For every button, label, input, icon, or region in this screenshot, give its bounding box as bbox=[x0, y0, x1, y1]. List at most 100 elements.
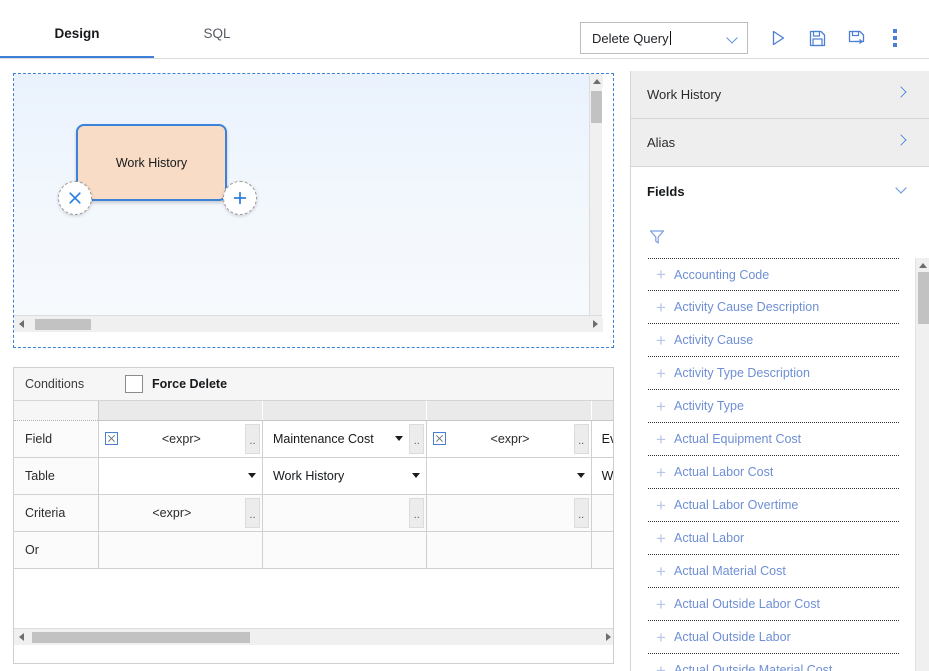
field-cell-2[interactable]: Maintenance Cost .. bbox=[262, 420, 428, 458]
section-alias-title: Alias bbox=[647, 135, 676, 150]
table-cell-2[interactable]: Work History bbox=[262, 457, 428, 495]
plus-icon[interactable]: + bbox=[648, 662, 674, 671]
field-list-item-label: Actual Labor Overtime bbox=[674, 498, 799, 512]
field-list-item[interactable]: + Accounting Code bbox=[648, 258, 899, 291]
tab-sql[interactable]: SQL bbox=[154, 14, 280, 59]
field-list-item[interactable]: + Actual Equipment Cost bbox=[648, 423, 899, 456]
section-fields[interactable]: Fields bbox=[631, 167, 929, 215]
scroll-thumb[interactable] bbox=[32, 632, 250, 643]
chevron-down-icon[interactable] bbox=[717, 32, 747, 44]
field-cell-1[interactable]: <expr> .. bbox=[98, 420, 263, 458]
criteria-cell-1[interactable]: <expr> .. bbox=[98, 494, 263, 532]
force-delete-checkbox[interactable] bbox=[125, 375, 143, 393]
table-dropdown-arrow-1[interactable] bbox=[242, 473, 262, 478]
plus-icon[interactable]: + bbox=[648, 266, 674, 283]
field-list-item[interactable]: + Activity Type bbox=[648, 390, 899, 423]
criteria-ellipsis-button-2[interactable]: .. bbox=[409, 497, 425, 528]
table-value-2: Work History bbox=[272, 468, 345, 483]
grid-column-header[interactable] bbox=[426, 401, 592, 421]
field-list-item[interactable]: + Actual Material Cost bbox=[648, 555, 899, 588]
table-dropdown-arrow-3[interactable] bbox=[571, 473, 591, 478]
tab-design[interactable]: Design bbox=[0, 14, 154, 59]
plus-icon[interactable]: + bbox=[648, 629, 674, 646]
or-cell-2[interactable] bbox=[262, 531, 428, 569]
criteria-cell-4[interactable] bbox=[591, 494, 613, 532]
force-delete-control[interactable]: Force Delete bbox=[125, 375, 227, 393]
filter-funnel-icon[interactable] bbox=[648, 227, 670, 247]
plus-icon[interactable]: + bbox=[648, 365, 674, 382]
add-table-button[interactable] bbox=[223, 181, 257, 215]
header-bar: Design SQL Delete Query bbox=[0, 0, 929, 61]
field-cell-3[interactable]: <expr> .. bbox=[426, 420, 592, 458]
field-cell-4[interactable]: Event bbox=[591, 420, 613, 458]
plus-icon[interactable]: + bbox=[648, 596, 674, 613]
field-list-item[interactable]: + Activity Type Description bbox=[648, 357, 899, 390]
query-type-combobox[interactable]: Delete Query bbox=[580, 22, 748, 54]
plus-icon[interactable]: + bbox=[648, 464, 674, 481]
table-cell-3[interactable] bbox=[426, 457, 592, 495]
fields-vertical-scrollbar[interactable] bbox=[915, 258, 929, 671]
field-list-item[interactable]: + Actual Labor Overtime bbox=[648, 489, 899, 522]
scroll-up-button[interactable] bbox=[590, 74, 603, 88]
field-list-item[interactable]: + Actual Labor bbox=[648, 522, 899, 555]
table-node-work-history[interactable]: Work History bbox=[76, 124, 227, 201]
run-query-button[interactable] bbox=[766, 26, 790, 50]
expression-checkbox-icon[interactable] bbox=[104, 432, 118, 445]
field-list-item[interactable]: + Actual Outside Labor Cost bbox=[648, 588, 899, 621]
field-list-item[interactable]: + Actual Outside Material Cost bbox=[648, 654, 899, 671]
criteria-cell-2[interactable]: .. bbox=[262, 494, 428, 532]
table-cell-4[interactable]: Work bbox=[591, 457, 613, 495]
fields-list[interactable]: + Accounting Code + Activity Cause Descript… bbox=[631, 258, 916, 671]
field-list-item-label: Activity Type Description bbox=[674, 366, 810, 380]
criteria-cell-3[interactable]: .. bbox=[426, 494, 592, 532]
plus-icon bbox=[233, 191, 247, 205]
scroll-thumb[interactable] bbox=[35, 319, 91, 330]
more-options-button[interactable] bbox=[883, 26, 907, 50]
criteria-ellipsis-button-1[interactable]: .. bbox=[244, 497, 260, 528]
remove-table-button[interactable] bbox=[58, 181, 92, 215]
canvas-surface[interactable]: Work History bbox=[14, 74, 603, 332]
plus-icon[interactable]: + bbox=[648, 563, 674, 580]
save-as-button[interactable] bbox=[844, 26, 868, 50]
grid-column-header[interactable] bbox=[591, 401, 613, 421]
field-list-item-label: Actual Equipment Cost bbox=[674, 432, 802, 446]
scroll-thumb[interactable] bbox=[591, 91, 602, 123]
section-alias[interactable]: Alias bbox=[631, 119, 929, 167]
field-ellipsis-button-1[interactable]: .. bbox=[244, 423, 260, 454]
criteria-ellipsis-button-3[interactable]: .. bbox=[573, 497, 589, 528]
section-work-history[interactable]: Work History bbox=[631, 71, 929, 119]
table-cell-1[interactable] bbox=[98, 457, 263, 495]
save-button[interactable] bbox=[805, 26, 829, 50]
table-dropdown-arrow-2[interactable] bbox=[406, 473, 426, 478]
or-cell-3[interactable] bbox=[426, 531, 592, 569]
field-list-item[interactable]: + Activity Cause Description bbox=[648, 291, 899, 324]
plus-icon[interactable]: + bbox=[648, 497, 674, 514]
scroll-left-button[interactable] bbox=[14, 316, 28, 332]
expression-checkbox-icon[interactable] bbox=[433, 432, 447, 445]
plus-icon[interactable]: + bbox=[648, 332, 674, 349]
or-cell-1[interactable] bbox=[98, 531, 263, 569]
field-list-item[interactable]: + Actual Outside Labor bbox=[648, 621, 899, 654]
scroll-thumb[interactable] bbox=[918, 272, 929, 324]
scroll-right-button[interactable] bbox=[588, 316, 602, 332]
plus-icon[interactable]: + bbox=[648, 398, 674, 415]
scroll-right-button[interactable] bbox=[601, 629, 613, 645]
field-ellipsis-button-2[interactable]: .. bbox=[409, 423, 425, 454]
plus-icon[interactable]: + bbox=[648, 431, 674, 448]
plus-icon[interactable]: + bbox=[648, 530, 674, 547]
field-dropdown-arrow-2[interactable] bbox=[389, 436, 409, 441]
conditions-horizontal-scrollbar[interactable] bbox=[14, 628, 613, 645]
grid-column-header[interactable] bbox=[98, 401, 263, 421]
scroll-up-button[interactable] bbox=[916, 258, 929, 272]
field-list-item[interactable]: + Activity Cause bbox=[648, 324, 899, 357]
design-canvas[interactable]: Work History bbox=[13, 73, 614, 348]
scroll-left-button[interactable] bbox=[14, 629, 28, 645]
plus-icon[interactable]: + bbox=[648, 299, 674, 316]
field-list-item[interactable]: + Actual Labor Cost bbox=[648, 456, 899, 489]
field-ellipsis-button-3[interactable]: .. bbox=[573, 423, 589, 454]
grid-column-header[interactable] bbox=[262, 401, 428, 421]
query-designer-window: Design SQL Delete Query Work History Con… bbox=[0, 0, 929, 671]
canvas-horizontal-scrollbar[interactable] bbox=[14, 315, 602, 332]
or-cell-4[interactable] bbox=[591, 531, 613, 569]
canvas-vertical-scrollbar[interactable] bbox=[589, 74, 603, 332]
